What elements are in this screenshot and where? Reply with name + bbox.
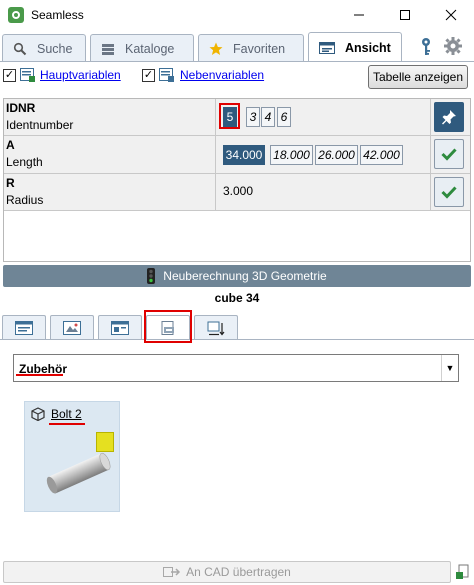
- subtab-divider: [0, 339, 474, 340]
- tab-suche[interactable]: Suche: [2, 34, 86, 62]
- tab-label: Favoriten: [233, 41, 286, 56]
- window-title: Seamless: [31, 8, 84, 22]
- close-icon: [445, 9, 457, 21]
- variable-row-a: A Length 34.000 18.000 26.000 42.000: [4, 136, 470, 174]
- variable-value[interactable]: 3.000: [223, 184, 253, 198]
- highlight-underline: [49, 423, 85, 425]
- tab-favoriten[interactable]: Favoriten: [198, 34, 304, 62]
- subtab-layout[interactable]: [194, 315, 238, 340]
- subtab-variables[interactable]: [2, 315, 46, 340]
- value-option[interactable]: 4: [261, 107, 275, 127]
- subtab-preview[interactable]: [50, 315, 94, 340]
- tab-divider: [0, 61, 474, 62]
- recalc-label: Neuberechnung 3D Geometrie: [163, 269, 327, 283]
- side-vars-link[interactable]: Nebenvariablen: [180, 68, 264, 82]
- bolt-preview-image: [46, 452, 111, 494]
- main-vars-link[interactable]: Hauptvariablen: [40, 68, 121, 82]
- maximize-icon: [400, 10, 410, 20]
- variable-name: IDNR: [6, 101, 36, 115]
- star-icon: [209, 42, 223, 55]
- title-bar: Seamless: [0, 0, 474, 30]
- tab-kataloge[interactable]: Kataloge: [90, 34, 194, 62]
- main-vars-icon: [20, 68, 35, 82]
- tab-label: Suche: [37, 41, 73, 56]
- tab-label: Kataloge: [125, 41, 175, 56]
- value-option[interactable]: 34.000: [223, 145, 265, 165]
- variable-description: Identnumber: [6, 118, 74, 132]
- value-option[interactable]: 42.000: [360, 145, 403, 165]
- subtab-details[interactable]: [98, 315, 142, 340]
- recalc-3d-button[interactable]: Neuberechnung 3D Geometrie: [3, 265, 471, 287]
- accessory-title[interactable]: Bolt 2: [51, 407, 82, 421]
- variable-description: Radius: [6, 193, 44, 207]
- details-icon: [111, 321, 129, 335]
- search-icon: [13, 42, 27, 55]
- preview-icon: [63, 321, 81, 335]
- accessory-card[interactable]: Bolt 2: [24, 401, 120, 512]
- traffic-light-icon: [147, 268, 156, 284]
- cube-icon: [31, 407, 45, 421]
- layout-icon: [207, 321, 225, 336]
- pin-button[interactable]: [434, 102, 464, 132]
- app-icon: [8, 7, 24, 23]
- check-icon: [441, 186, 457, 199]
- side-vars-icon: [159, 68, 174, 82]
- main-vars-checkbox[interactable]: ✓: [3, 69, 16, 82]
- part-name: cube 34: [214, 291, 260, 305]
- show-table-button[interactable]: Tabelle anzeigen: [368, 65, 468, 89]
- chevron-down-icon[interactable]: ▼: [441, 355, 458, 381]
- variable-name: R: [6, 176, 15, 190]
- resize-grip-icon[interactable]: [455, 563, 471, 581]
- highlight-underline: [16, 374, 63, 376]
- variables-icon: [15, 321, 33, 335]
- variable-description: Length: [6, 155, 43, 169]
- minimize-icon: [354, 14, 364, 16]
- confirm-button[interactable]: [434, 177, 464, 207]
- check-icon: [441, 148, 457, 161]
- confirm-button[interactable]: [434, 139, 464, 169]
- value-option[interactable]: 6: [277, 107, 291, 127]
- cad-transfer-icon: [163, 567, 181, 577]
- pin-icon: [442, 110, 456, 125]
- variable-row-r: R Radius 3.000: [4, 174, 470, 211]
- variable-name: A: [6, 138, 15, 152]
- close-button[interactable]: [428, 0, 474, 30]
- view-icon: [319, 41, 335, 54]
- minimize-button[interactable]: [336, 0, 382, 30]
- tab-label: Ansicht: [345, 40, 391, 55]
- transfer-to-cad-button[interactable]: An CAD übertragen: [3, 561, 451, 583]
- catalog-icon: [102, 43, 114, 55]
- value-option[interactable]: 3: [246, 107, 260, 127]
- highlight-frame: [144, 310, 192, 343]
- highlight-frame: [219, 103, 240, 129]
- tab-ansicht[interactable]: Ansicht: [308, 32, 402, 62]
- cad-button-label: An CAD übertragen: [186, 565, 291, 579]
- value-option[interactable]: 26.000: [315, 145, 358, 165]
- side-vars-checkbox[interactable]: ✓: [142, 69, 155, 82]
- key-icon[interactable]: [418, 37, 434, 57]
- maximize-button[interactable]: [382, 0, 428, 30]
- category-select[interactable]: Zubehör ▼: [13, 354, 459, 382]
- value-option[interactable]: 18.000: [270, 145, 313, 165]
- gear-icon[interactable]: [443, 36, 465, 56]
